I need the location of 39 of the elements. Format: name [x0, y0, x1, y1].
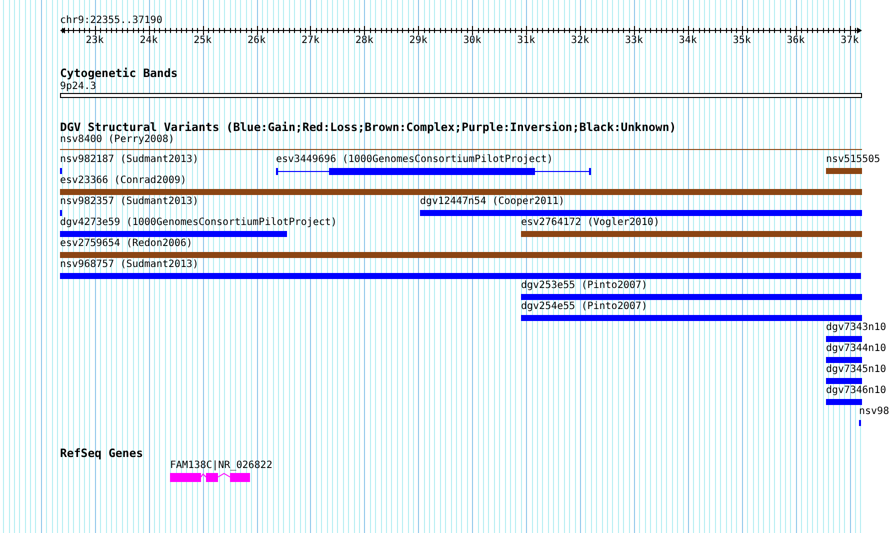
tick-label: 32k [571, 35, 590, 47]
feature-label: dgv7345n10 [826, 364, 886, 376]
tick-label: 26k [248, 35, 266, 47]
tick-label: 31k [517, 35, 536, 47]
feature-label: dgv253e55 (Pinto2007) [521, 280, 648, 292]
tick-label: 27k [301, 35, 320, 47]
tick-label: 30k [463, 35, 482, 47]
feature-label: dgv7346n10 [826, 385, 886, 397]
location-label: chr9:22355..37190 [60, 15, 162, 27]
tick-label: 33k [624, 35, 644, 47]
track-title: DGV Structural Variants (Blue:Gain;Red:Loss;Brown:Complex;Purple:Inversion;Black:Unknown) [60, 121, 676, 133]
tick-label: 28k [355, 35, 374, 47]
feature-label: nsv98 [859, 406, 890, 418]
tick-label: 23k [86, 35, 104, 47]
track-title: Cytogenetic Bands [60, 67, 178, 79]
tick-label: 37k [840, 35, 859, 47]
feature-label: nsv515505 [826, 154, 880, 166]
feature-label: dgv7344n10 [826, 343, 886, 355]
track-title: RefSeq Genes [60, 447, 144, 459]
tick-label: 29k [409, 35, 428, 47]
tick-label: 25k [194, 35, 212, 47]
tick-label: 35k [732, 35, 751, 47]
feature-label: esv2764172 (Vogler2010) [521, 217, 660, 229]
feature-label: dgv4273e59 (1000GenomesConsortiumPilotProject) [60, 217, 337, 229]
tick-label: 34k [678, 35, 697, 47]
tick-label: 24k [140, 35, 158, 47]
feature-label: nsv968757 (Sudmant2013) [60, 259, 198, 271]
feature-label: dgv254e55 (Pinto2007) [521, 301, 648, 313]
feature-label: dgv7343n10 [826, 322, 886, 334]
feature-label: dgv12447n54 (Cooper2011) [420, 196, 564, 208]
band-label: 9p24.3 [60, 81, 96, 93]
feature-label: esv2759654 (Redon2006) [60, 238, 192, 250]
feature-label: nsv8400 (Perry2008) [60, 134, 174, 146]
feature-label: esv23366 (Conrad2009) [60, 175, 186, 187]
feature-label: nsv982357 (Sudmant2013) [60, 196, 198, 208]
gene-label: FAM138C|NR_026822 [170, 460, 272, 472]
feature-label: esv3449696 (1000GenomesConsortiumPilotProject) [276, 154, 553, 166]
tick-label: 36k [786, 35, 805, 47]
feature-label: nsv982187 (Sudmant2013) [60, 154, 198, 166]
